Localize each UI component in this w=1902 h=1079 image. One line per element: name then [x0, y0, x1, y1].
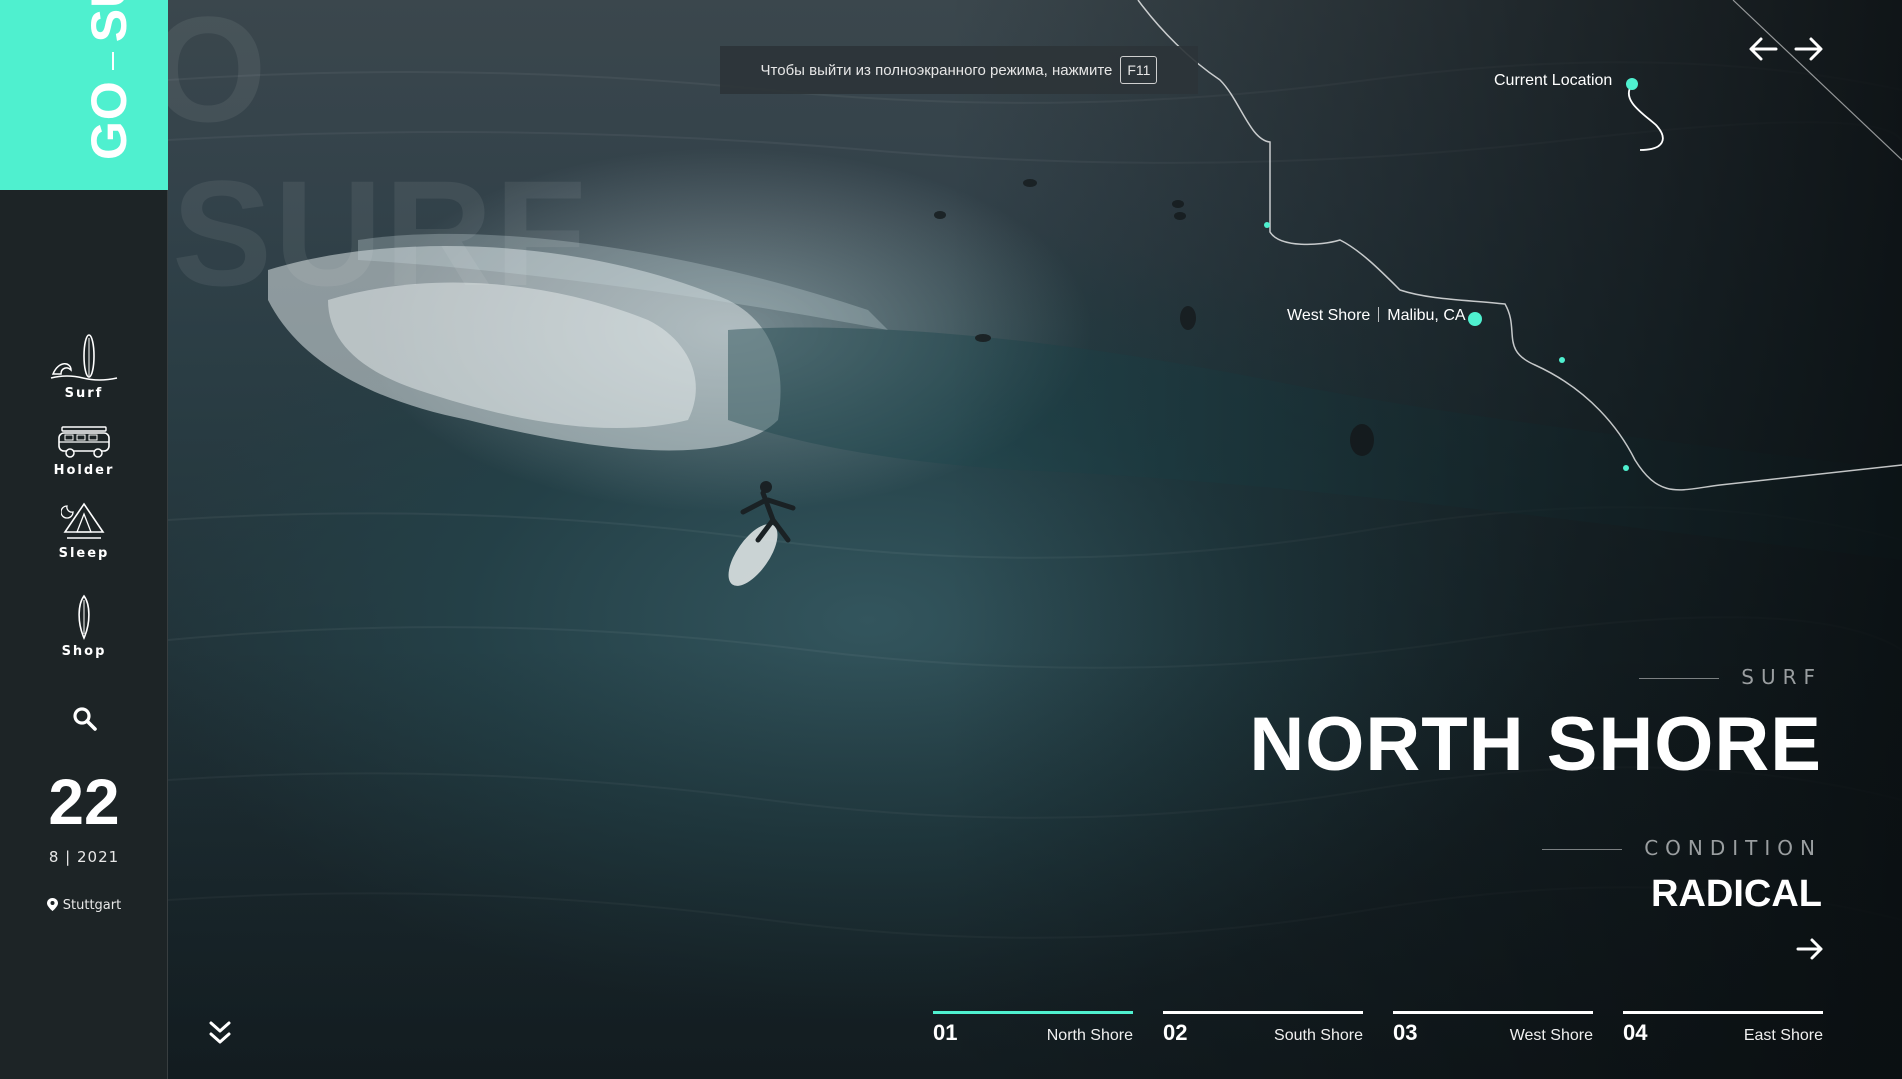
tab-number: 01	[933, 1020, 958, 1045]
tab-east-shore[interactable]: 04 East Shore	[1623, 1011, 1823, 1046]
current-location-text: Current Location	[1494, 72, 1613, 89]
van-icon	[58, 426, 110, 458]
hero-background-photo	[168, 0, 1902, 1079]
tab-label: North Shore	[1046, 1027, 1133, 1044]
surfboard-wave-icon	[50, 334, 118, 381]
chevrons-down-icon	[209, 1021, 231, 1044]
toast-text: Чтобы выйти из полноэкранного режима, на…	[760, 61, 1113, 79]
condition-label: CONDITION	[1542, 836, 1822, 860]
scroll-down-button[interactable]	[208, 1018, 232, 1048]
sidebar: O GOSURF Surf Holder	[0, 0, 267, 1079]
nav-label-sleep: Sleep	[58, 546, 110, 561]
nav-item-shop[interactable]: Shop	[0, 594, 168, 659]
hero-eyebrow: SURF	[1639, 665, 1822, 689]
condition-line	[1542, 849, 1623, 850]
nav-item-holder[interactable]: Holder	[0, 425, 168, 478]
tab-north-shore[interactable]: 01 North Shore	[933, 1011, 1133, 1046]
current-location-label: Current Location	[1494, 72, 1612, 90]
brand-part-surf: SURF	[81, 0, 137, 42]
eyebrow-text: SURF	[1741, 665, 1822, 689]
tab-number: 04	[1623, 1020, 1648, 1045]
next-button[interactable]	[1794, 36, 1824, 62]
brand-part-go: GO	[81, 80, 137, 160]
tab-number: 02	[1163, 1020, 1188, 1045]
arrow-right-icon	[1794, 37, 1823, 61]
top-navigation-arrows	[1748, 36, 1824, 62]
nav-item-sleep[interactable]: Sleep	[0, 500, 168, 561]
nav-item-surf[interactable]: Surf	[0, 334, 168, 401]
eyebrow-line	[1639, 678, 1720, 679]
map-pin-icon	[46, 898, 58, 911]
arrow-left-icon	[1749, 37, 1778, 61]
photo-shade-bottom	[168, 0, 1902, 1079]
date-month-year: 8 | 2021	[48, 848, 120, 866]
date-day: 22	[48, 766, 120, 838]
hero-title: NORTH SHORE	[1249, 702, 1822, 787]
fullscreen-toast: Чтобы выйти из полноэкранного режима, на…	[720, 46, 1198, 94]
search-button[interactable]	[72, 706, 98, 732]
brand-separator	[111, 52, 114, 71]
nav-label-surf: Surf	[64, 386, 104, 401]
board-icon	[78, 594, 90, 640]
search-icon	[73, 707, 97, 731]
nav-label-holder: Holder	[53, 463, 115, 478]
spot-place: Malibu, CA	[1387, 307, 1466, 324]
tab-label: East Shore	[1743, 1027, 1823, 1044]
tab-south-shore[interactable]: 02 South Shore	[1163, 1011, 1363, 1046]
nav-label-shop: Shop	[61, 644, 107, 659]
tab-label: South Shore	[1274, 1027, 1363, 1044]
spot-label[interactable]: West Shore Malibu, CA	[1287, 307, 1466, 325]
spot-separator	[1378, 307, 1380, 322]
condition-value: RADICAL	[1651, 873, 1822, 915]
spot-name: West Shore	[1287, 307, 1371, 324]
arrow-right-icon	[1796, 938, 1823, 960]
prev-button[interactable]	[1748, 36, 1778, 62]
shore-tabs: 01 North Shore 02 South Shore 03 West Sh…	[933, 1011, 1823, 1046]
location-city: Stuttgart	[62, 898, 122, 913]
tab-west-shore[interactable]: 03 West Shore	[1393, 1011, 1593, 1046]
details-button[interactable]	[1796, 936, 1824, 962]
tent-icon	[61, 502, 105, 539]
location-indicator[interactable]: Stuttgart	[0, 898, 168, 913]
tab-label: West Shore	[1509, 1027, 1593, 1044]
condition-label-text: CONDITION	[1644, 836, 1822, 860]
toast-key: F11	[1120, 56, 1158, 84]
tab-number: 03	[1393, 1020, 1418, 1045]
brand-logo[interactable]: GO SURF	[81, 0, 137, 160]
